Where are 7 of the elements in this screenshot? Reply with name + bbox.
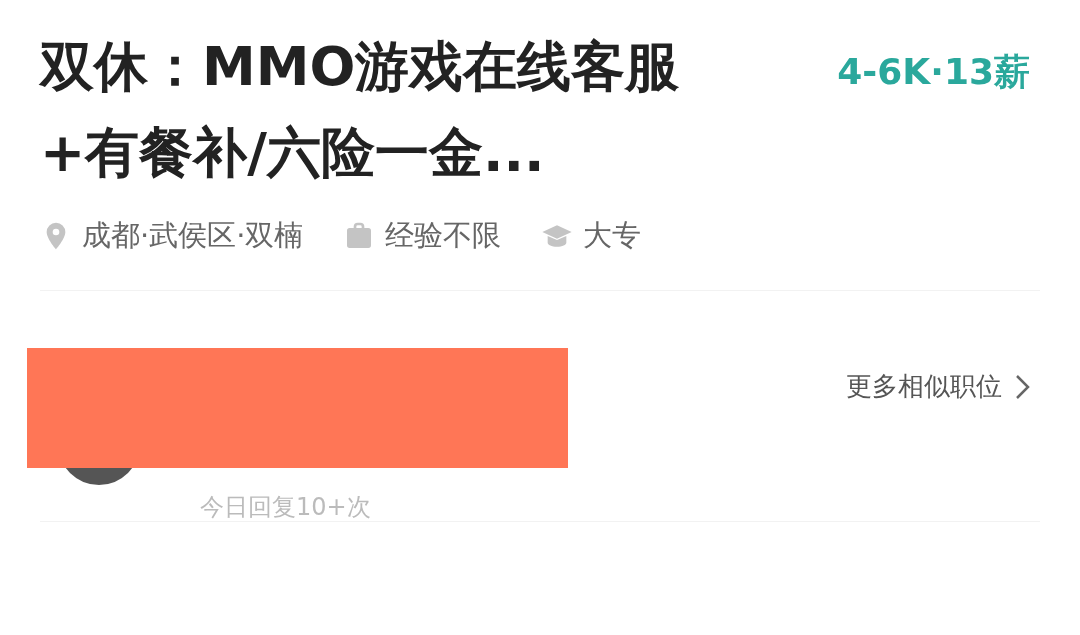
reply-rate: 今日回复10+次 bbox=[200, 492, 371, 523]
job-requirement: 经验不限 bbox=[385, 217, 502, 254]
job-requirement: 成都·武侯区·双楠 bbox=[82, 217, 304, 254]
job-title: 双休：MMO游戏在线客服+有餐补/六险一金... bbox=[40, 34, 681, 186]
more-similar-jobs-link[interactable]: 更多相似职位 bbox=[846, 369, 1032, 404]
job-requirement: 大专 bbox=[583, 217, 642, 254]
salary: 4-6K·13薪 bbox=[837, 50, 1030, 94]
